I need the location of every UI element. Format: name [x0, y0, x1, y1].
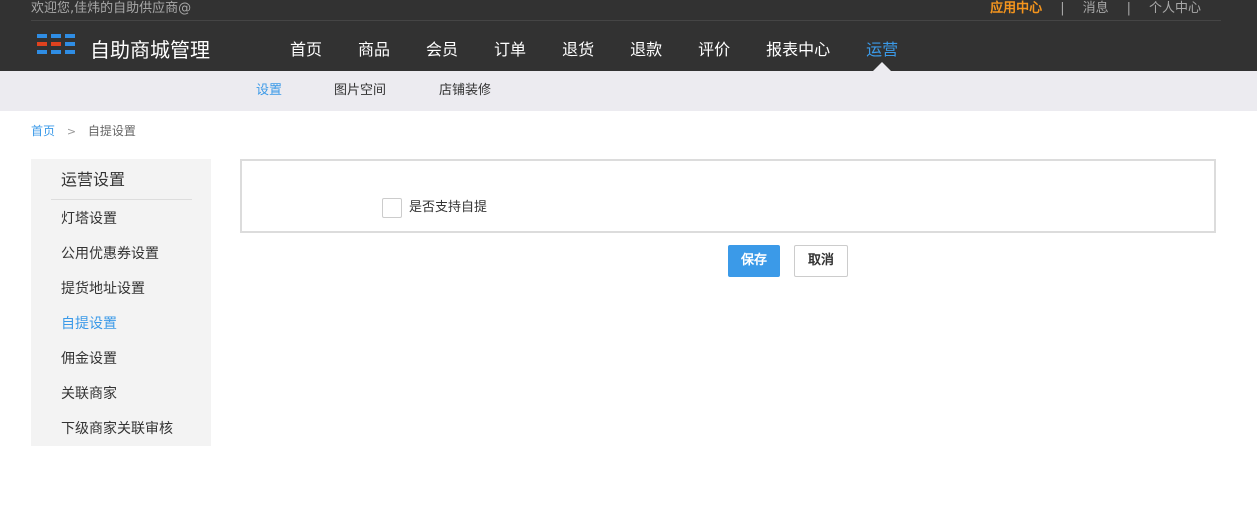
- top-links: 应用中心 | 消息 | 个人中心: [990, 0, 1201, 18]
- profile-link[interactable]: 个人中心: [1149, 0, 1201, 18]
- nav-orders[interactable]: 订单: [476, 30, 544, 71]
- save-button[interactable]: 保存: [728, 245, 780, 277]
- nav-refunds[interactable]: 退款: [612, 30, 680, 71]
- cancel-button[interactable]: 取消: [794, 245, 848, 277]
- sidebar: 运营设置 灯塔设置 公用优惠券设置 提货地址设置 自提设置 佣金设置 关联商家 …: [31, 159, 211, 446]
- sidebar-item-public-coupon[interactable]: 公用优惠券设置: [61, 243, 173, 278]
- nav-operations[interactable]: 运营: [848, 30, 916, 71]
- top-link-separator: |: [1126, 1, 1131, 16]
- top-link-separator: |: [1060, 1, 1065, 16]
- welcome-text: 欢迎您,佳炜的自助供应商@: [31, 1, 192, 16]
- app-center-link[interactable]: 应用中心: [990, 0, 1042, 18]
- breadcrumb-separator: >: [66, 125, 77, 138]
- sidebar-divider: [51, 199, 192, 200]
- header-divider: [31, 20, 1221, 21]
- support-pickup-checkbox[interactable]: [382, 198, 402, 218]
- sidebar-menu: 灯塔设置 公用优惠券设置 提货地址设置 自提设置 佣金设置 关联商家 下级商家关…: [61, 208, 173, 453]
- sidebar-item-commission[interactable]: 佣金设置: [61, 348, 173, 383]
- sidebar-item-pickup-address[interactable]: 提货地址设置: [61, 278, 173, 313]
- subnav-store-decoration[interactable]: 店铺装修: [439, 71, 491, 111]
- sidebar-item-self-pickup[interactable]: 自提设置: [61, 313, 173, 348]
- breadcrumb: 首页 > 自提设置: [31, 123, 136, 140]
- top-bar: 欢迎您,佳炜的自助供应商@ 应用中心 | 消息 | 个人中心 自助商城管理 首页…: [0, 0, 1257, 71]
- subnav-settings[interactable]: 设置: [256, 71, 282, 111]
- breadcrumb-current: 自提设置: [87, 124, 136, 138]
- main-nav: 首页 商品 会员 订单 退货 退款 评价 报表中心 运营: [272, 30, 916, 71]
- nav-members[interactable]: 会员: [408, 30, 476, 71]
- sidebar-item-linked-merchants[interactable]: 关联商家: [61, 383, 173, 418]
- grid-logo-icon: [37, 34, 77, 56]
- settings-panel: 是否支持自提: [240, 159, 1216, 233]
- nav-reports[interactable]: 报表中心: [748, 30, 848, 71]
- nav-home[interactable]: 首页: [272, 30, 340, 71]
- nav-returns[interactable]: 退货: [544, 30, 612, 71]
- nav-products[interactable]: 商品: [340, 30, 408, 71]
- subnav-image-space[interactable]: 图片空间: [334, 71, 386, 111]
- sidebar-title: 运营设置: [61, 170, 126, 189]
- breadcrumb-home-link[interactable]: 首页: [31, 124, 55, 138]
- support-pickup-label[interactable]: 是否支持自提: [409, 199, 487, 217]
- nav-reviews[interactable]: 评价: [680, 30, 748, 71]
- messages-link[interactable]: 消息: [1083, 0, 1109, 18]
- sidebar-item-sub-merchant-review[interactable]: 下级商家关联审核: [61, 418, 173, 453]
- brand-title[interactable]: 自助商城管理: [90, 36, 210, 64]
- sidebar-item-lighthouse[interactable]: 灯塔设置: [61, 208, 173, 243]
- sub-nav: 设置 图片空间 店铺装修: [0, 71, 1257, 111]
